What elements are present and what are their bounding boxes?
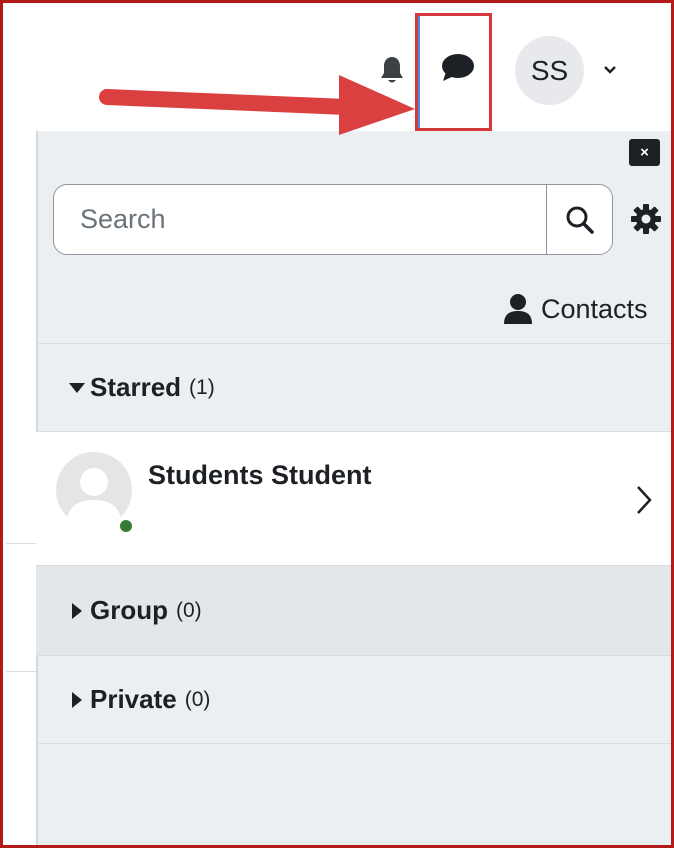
background-divider [6, 671, 36, 672]
caret-right-icon [66, 689, 88, 711]
search-button[interactable] [546, 185, 612, 254]
contacts-link[interactable]: Contacts [503, 289, 648, 329]
chevron-right-icon [632, 482, 656, 518]
section-title: Private [90, 684, 177, 714]
online-status-indicator [118, 518, 134, 534]
conversation-item[interactable]: Students Student [36, 431, 671, 565]
user-initials: SS [530, 54, 569, 86]
person-icon [504, 294, 532, 324]
background-divider [6, 543, 36, 544]
section-divider [36, 743, 671, 744]
section-title: Starred [90, 372, 182, 402]
chat-bubble-icon[interactable] [440, 50, 476, 86]
background-page-edge [6, 131, 36, 845]
caret-right-icon [66, 600, 88, 622]
contact-avatar [56, 452, 132, 528]
section-group-header[interactable]: Group (0) [36, 565, 671, 655]
section-count: (0) [184, 687, 211, 711]
close-icon: × [640, 144, 649, 161]
contacts-label: Contacts [541, 293, 648, 324]
section-count: (0) [176, 598, 202, 622]
search-group [53, 184, 613, 255]
section-private-header[interactable]: Private (0) [36, 655, 671, 743]
screenshot-frame: SS × Search Contacts Starred (1) Student… [0, 0, 674, 848]
gear-icon[interactable] [628, 201, 664, 237]
section-title: Group [90, 595, 168, 625]
close-drawer-button[interactable]: × [629, 139, 660, 166]
section-count: (1) [189, 375, 215, 399]
user-avatar[interactable]: SS [515, 36, 584, 105]
chevron-down-icon[interactable] [599, 59, 621, 81]
caret-down-icon [66, 377, 88, 399]
section-starred-header[interactable]: Starred (1) [36, 343, 671, 431]
annotation-arrow [99, 75, 415, 135]
contact-name: Students Student [148, 460, 372, 490]
search-icon [566, 206, 594, 234]
search-input[interactable] [54, 185, 546, 254]
